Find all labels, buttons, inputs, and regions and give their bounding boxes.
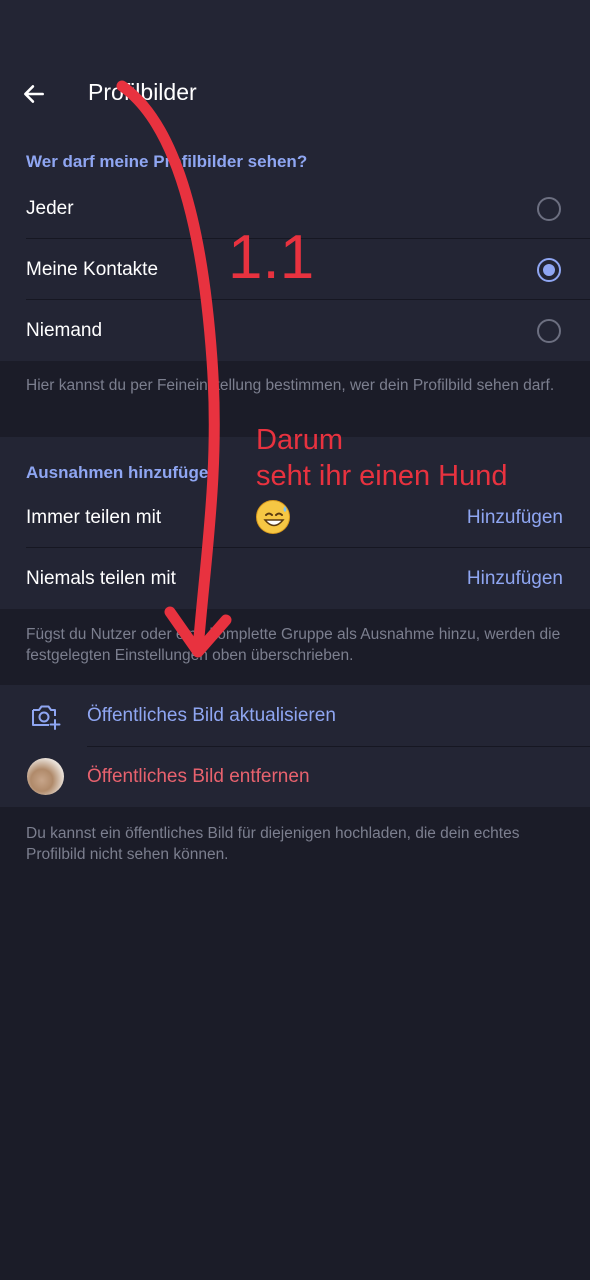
visibility-section-title: Wer darf meine Profilbilder sehen? — [26, 152, 308, 171]
back-button[interactable] — [14, 74, 54, 114]
radio-nobody[interactable] — [537, 318, 561, 343]
never-share-row[interactable]: Niemals teilen mit Hinzufügen — [0, 548, 590, 609]
arrow-left-icon — [24, 85, 44, 103]
update-public-photo-label: Öffentliches Bild aktualisieren — [87, 704, 336, 726]
radio-contacts[interactable] — [537, 257, 561, 282]
visibility-option-everyone[interactable]: Jeder — [0, 178, 590, 239]
profile-photo-settings-screen: Profilbilder Wer darf meine Profilbilder… — [0, 0, 590, 1280]
visibility-hint: Hier kannst du per Feineinstellung besti… — [26, 377, 555, 394]
remove-public-photo-label: Öffentliches Bild entfernen — [87, 765, 310, 787]
exceptions-section: Ausnahmen hinzufügen Immer teilen mit Hi… — [0, 437, 590, 609]
public-photo-hint: Du kannst ein öffentliches Bild für diej… — [26, 825, 520, 863]
public-photo-section: Öffentliches Bild aktualisieren Öffentli… — [0, 685, 590, 807]
add-never-share-button[interactable]: Hinzufügen — [467, 568, 563, 590]
visibility-option-contacts[interactable]: Meine Kontakte — [0, 239, 590, 300]
radio-everyone[interactable] — [537, 196, 561, 221]
exceptions-hint: Fügst du Nutzer oder eine komplette Grup… — [26, 626, 561, 664]
update-public-photo-button[interactable]: Öffentliches Bild aktualisieren — [0, 685, 590, 746]
avatar — [26, 758, 64, 795]
always-share-row[interactable]: Immer teilen mit Hinzufügen — [0, 487, 590, 548]
add-always-share-button[interactable]: Hinzufügen — [467, 507, 563, 529]
visibility-option-nobody[interactable]: Niemand — [0, 300, 590, 361]
option-label: Jeder — [26, 197, 74, 219]
row-label: Niemals teilen mit — [26, 567, 176, 589]
camera-add-icon — [26, 697, 64, 735]
page-title: Profilbilder — [88, 79, 197, 105]
avatar-thumbnail — [26, 758, 64, 796]
top-app-bar: Profilbilder — [0, 0, 590, 128]
row-label: Immer teilen mit — [26, 506, 162, 528]
visibility-section: Wer darf meine Profilbilder sehen? Jeder… — [0, 128, 590, 361]
option-label: Niemand — [26, 319, 103, 341]
remove-public-photo-button[interactable]: Öffentliches Bild entfernen — [0, 746, 590, 807]
option-label: Meine Kontakte — [26, 258, 159, 280]
exceptions-section-title: Ausnahmen hinzufügen — [26, 463, 219, 482]
